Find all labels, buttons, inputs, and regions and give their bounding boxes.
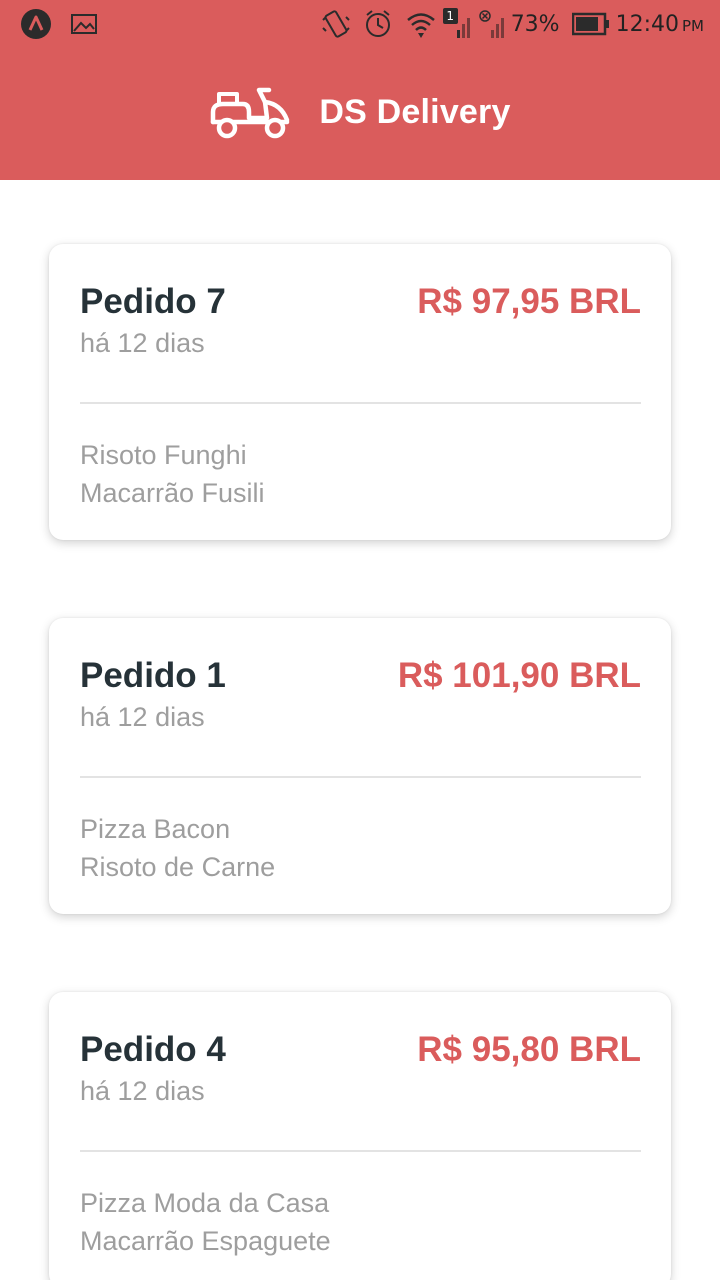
order-time: há 12 dias bbox=[80, 702, 205, 732]
order-header: Pedido 1 há 12 dias R$ 101,90 BRL bbox=[80, 654, 641, 744]
order-price: R$ 101,90 BRL bbox=[397, 656, 641, 695]
divider bbox=[80, 402, 641, 404]
order-items: Risoto Funghi Macarrão Fusili bbox=[80, 436, 265, 512]
clock: 12:40 bbox=[615, 11, 679, 37]
battery-percent: 73% bbox=[510, 11, 560, 37]
orders-list: Pedido 7 há 12 dias R$ 97,95 BRL Risoto … bbox=[0, 180, 720, 1280]
order-title: Pedido 7 bbox=[80, 282, 226, 321]
order-card[interactable]: Pedido 7 há 12 dias R$ 97,95 BRL Risoto … bbox=[49, 244, 671, 540]
brand[interactable]: DS Delivery bbox=[209, 84, 510, 140]
status-bar: 1 73% 12:40 PM bbox=[0, 0, 720, 50]
app-title: DS Delivery bbox=[319, 92, 511, 131]
gallery-icon bbox=[70, 12, 98, 36]
wifi-icon bbox=[405, 8, 437, 40]
alarm-icon bbox=[363, 8, 393, 40]
order-items: Pizza Moda da Casa Macarrão Espaguete bbox=[80, 1184, 331, 1260]
status-right: 1 73% 12:40 PM bbox=[319, 6, 704, 42]
status-left bbox=[20, 8, 98, 40]
signal-icon: 1 bbox=[441, 8, 471, 40]
notification-count: 1 bbox=[442, 8, 458, 24]
battery-icon bbox=[571, 12, 610, 36]
order-title: Pedido 4 bbox=[80, 1030, 226, 1069]
clock-ampm: PM bbox=[682, 17, 704, 35]
no-signal-icon bbox=[477, 8, 507, 40]
scooter-icon bbox=[209, 84, 291, 140]
order-item: Risoto Funghi bbox=[80, 440, 247, 470]
order-item: Pizza Moda da Casa bbox=[80, 1188, 330, 1218]
app-logo-icon bbox=[20, 8, 52, 40]
order-price: R$ 95,80 BRL bbox=[417, 1030, 641, 1069]
order-item: Risoto de Carne bbox=[80, 852, 276, 882]
order-items: Pizza Bacon Risoto de Carne bbox=[80, 810, 275, 886]
order-header: Pedido 4 há 12 dias R$ 95,80 BRL bbox=[80, 1028, 641, 1118]
app-header: DS Delivery bbox=[0, 50, 720, 180]
order-time: há 12 dias bbox=[80, 1076, 205, 1106]
order-title: Pedido 1 bbox=[80, 656, 226, 695]
vibrate-icon bbox=[319, 8, 353, 40]
order-header: Pedido 7 há 12 dias R$ 97,95 BRL bbox=[80, 280, 641, 370]
order-item: Macarrão Espaguete bbox=[80, 1226, 331, 1256]
order-card[interactable]: Pedido 1 há 12 dias R$ 101,90 BRL Pizza … bbox=[49, 618, 671, 914]
divider bbox=[80, 776, 641, 778]
order-time: há 12 dias bbox=[80, 328, 205, 358]
order-item: Macarrão Fusili bbox=[80, 478, 265, 508]
order-price: R$ 97,95 BRL bbox=[417, 282, 641, 321]
order-card[interactable]: Pedido 4 há 12 dias R$ 95,80 BRL Pizza M… bbox=[49, 992, 671, 1280]
order-item: Pizza Bacon bbox=[80, 814, 231, 844]
divider bbox=[80, 1150, 641, 1152]
